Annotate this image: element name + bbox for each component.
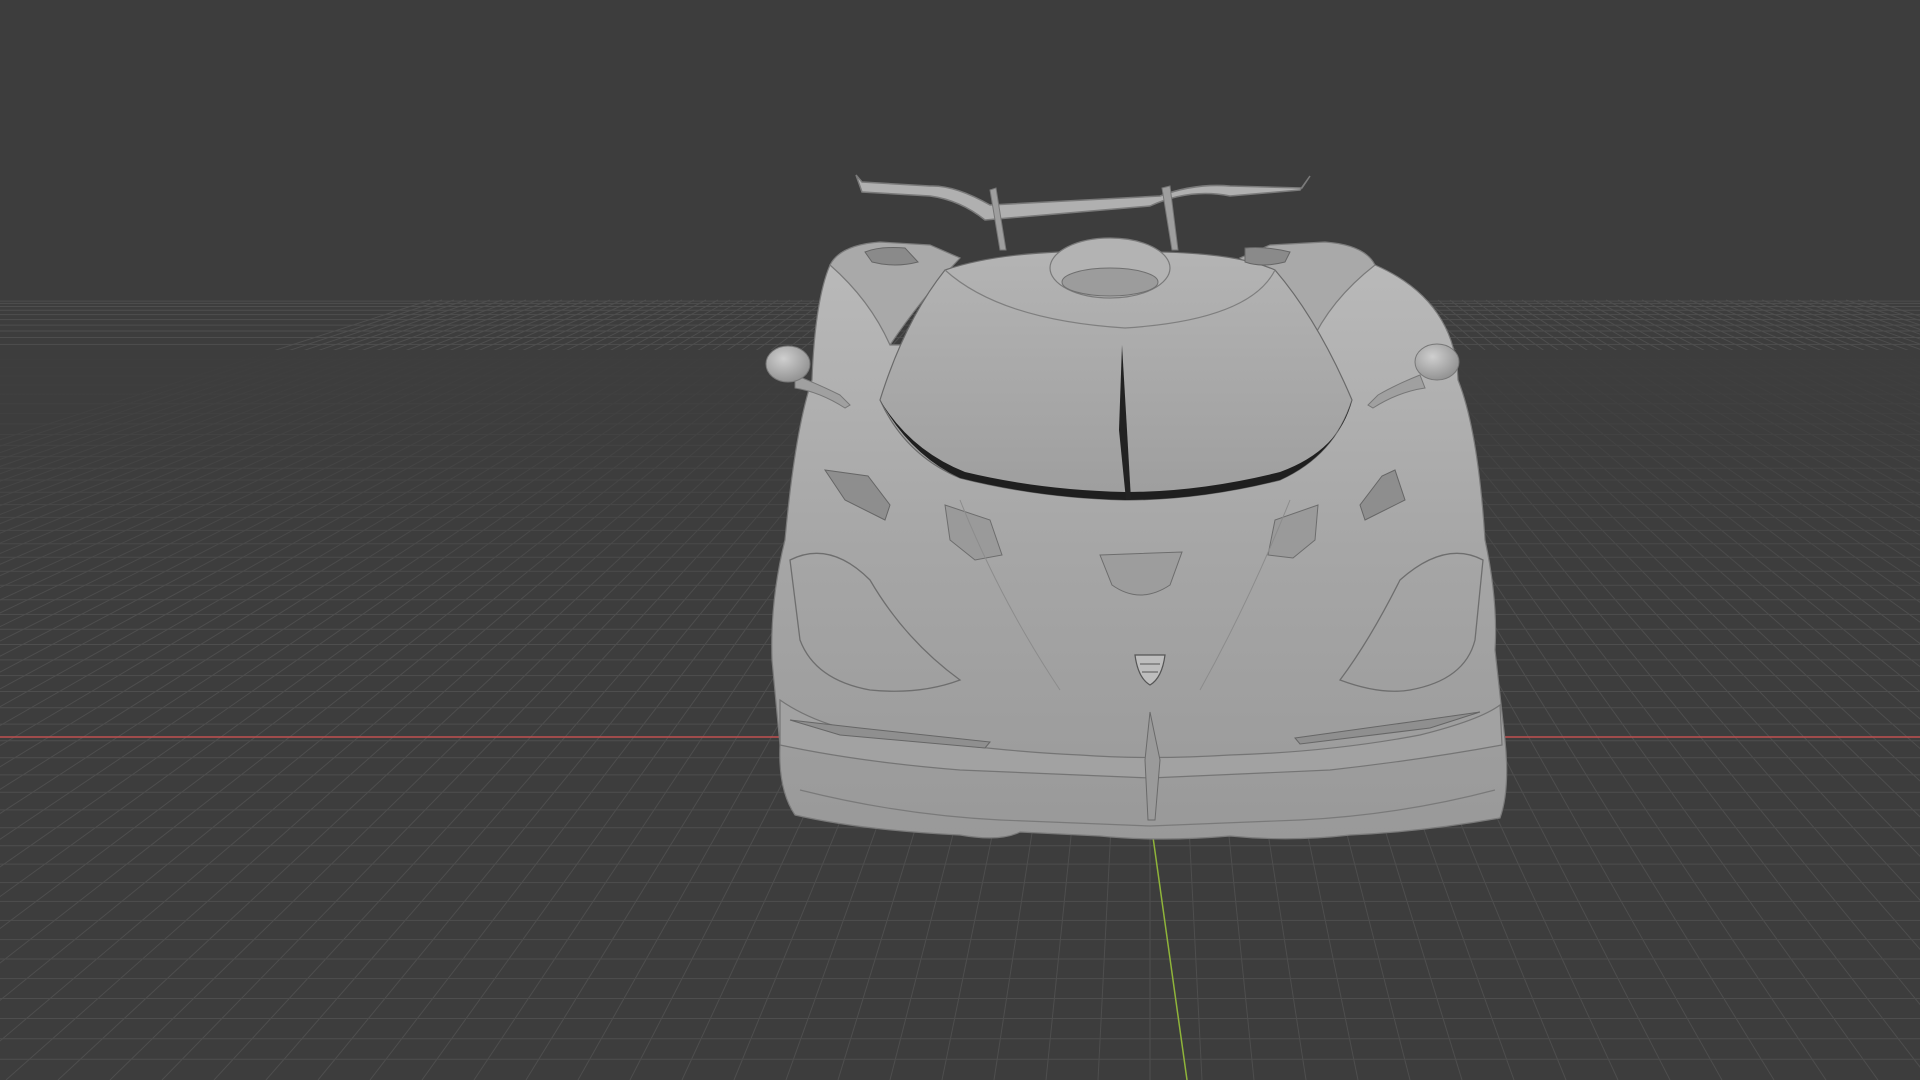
viewport-canvas [0,174,1920,1080]
rear-wing [855,174,1311,251]
rear-right-lamp [1244,247,1291,266]
3d-viewport[interactable] [0,0,1920,1080]
car-model[interactable] [765,174,1508,840]
